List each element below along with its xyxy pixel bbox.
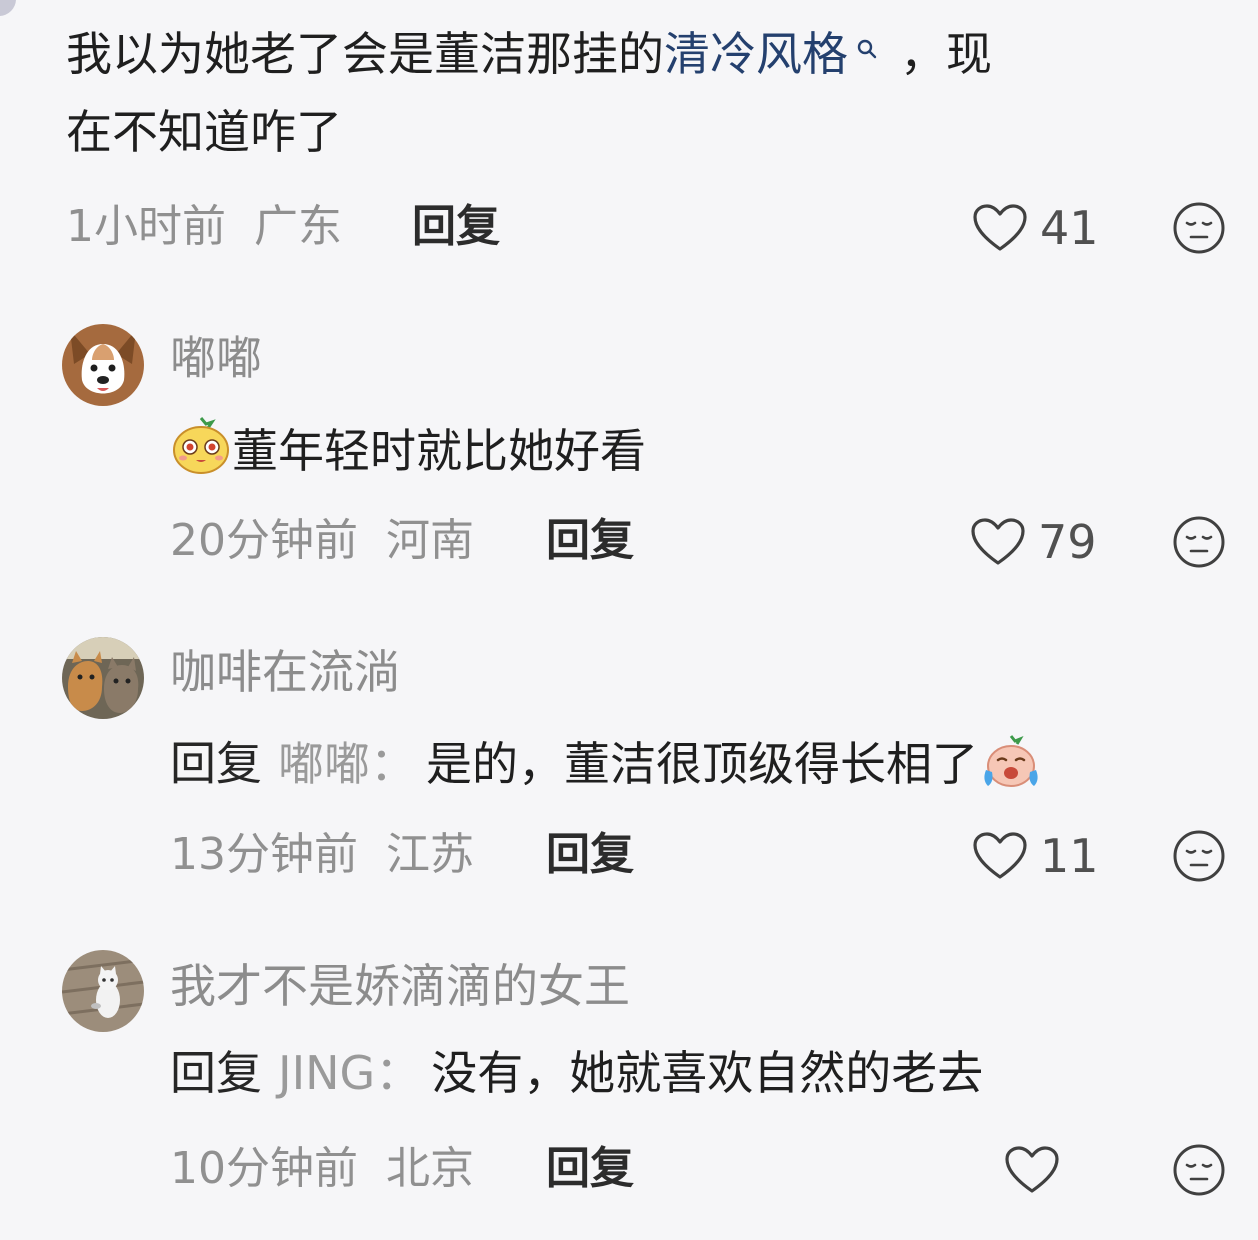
crying-face-sticker-icon	[980, 730, 1042, 804]
comment-text-before: 我以为她老了会是董洁那挂的	[66, 27, 664, 81]
reply-target-username[interactable]: JING：	[278, 1046, 421, 1100]
two-cats-avatar	[62, 637, 144, 719]
avatar[interactable]	[62, 324, 144, 406]
username[interactable]: 咖啡在流淌	[170, 644, 400, 700]
comment-text[interactable]: 董年轻时就比她好看	[170, 414, 646, 488]
comment-time: 1小时前	[66, 201, 226, 252]
comment-text[interactable]: 回复 嘟嘟： 是的，董洁很顶级得长相了	[170, 730, 1042, 804]
emoji-react-button[interactable]	[1172, 1143, 1226, 1201]
emoji-react-button[interactable]	[1172, 201, 1226, 259]
comment-time: 20分钟前	[170, 515, 358, 566]
corgi-dog-avatar	[62, 324, 144, 406]
comment-meta: 10分钟前 北京	[170, 1144, 474, 1194]
username[interactable]: 嘟嘟	[170, 330, 262, 386]
emoji-face-icon	[1172, 830, 1226, 887]
reply-button[interactable]: 回复	[546, 516, 634, 566]
comment-meta: 1小时前 广东	[66, 202, 342, 252]
reply-button[interactable]: 回复	[546, 830, 634, 880]
like-count: 79	[1038, 515, 1097, 569]
reply-button[interactable]: 回复	[412, 202, 500, 252]
comment-meta: 13分钟前 江苏	[170, 830, 474, 880]
comment-location: 广东	[254, 201, 342, 252]
avatar[interactable]	[62, 950, 144, 1032]
comment-body: 是的，董洁很顶级得长相了	[426, 736, 978, 791]
avatar-edge	[0, 0, 16, 16]
like-button[interactable]	[1004, 1142, 1072, 1198]
heart-outline-icon	[972, 203, 1028, 253]
heart-outline-icon	[1004, 1145, 1060, 1195]
white-cat-avatar	[62, 950, 144, 1032]
emoji-face-icon	[1172, 202, 1226, 259]
search-link-label: 清冷风格	[664, 27, 848, 81]
comment-meta: 20分钟前 河南	[170, 516, 474, 566]
like-count: 11	[1040, 829, 1099, 883]
comment-text-after: ，现	[900, 27, 992, 81]
comment-body: 没有，她就喜欢自然的老去	[431, 1046, 984, 1100]
comment-text[interactable]: 回复 JING： 没有，她就喜欢自然的老去	[170, 1045, 983, 1101]
comment-text[interactable]: 我以为她老了会是董洁那挂的清冷风格 ，现	[66, 26, 992, 82]
reply-prefix: 回复	[170, 1046, 262, 1100]
like-button[interactable]: 41	[972, 200, 1099, 256]
comment-time: 13分钟前	[170, 829, 358, 880]
emoji-react-button[interactable]	[1172, 829, 1226, 887]
comment-location: 江苏	[386, 829, 474, 880]
like-button[interactable]: 79	[970, 514, 1097, 570]
comment-location: 河南	[386, 515, 474, 566]
comment-time: 10分钟前	[170, 1143, 358, 1194]
like-count: 41	[1040, 201, 1099, 255]
comment-body: 董年轻时就比她好看	[232, 424, 646, 478]
emoji-face-icon	[1172, 516, 1226, 573]
emoji-face-icon	[1172, 1144, 1226, 1201]
avatar[interactable]	[62, 637, 144, 719]
like-button[interactable]: 11	[972, 828, 1099, 884]
comment-text-line2: 在不知道咋了	[66, 105, 342, 159]
search-icon	[856, 24, 878, 80]
heart-outline-icon	[972, 831, 1028, 881]
heart-outline-icon	[970, 517, 1026, 567]
reply-prefix: 回复	[170, 736, 262, 791]
search-link[interactable]: 清冷风格	[664, 27, 878, 81]
comment-location: 北京	[386, 1143, 474, 1194]
emoji-react-button[interactable]	[1172, 515, 1226, 573]
reply-button[interactable]: 回复	[546, 1144, 634, 1194]
reply-target-username[interactable]: 嘟嘟：	[278, 737, 416, 791]
pear-face-sticker-icon	[170, 414, 232, 488]
username[interactable]: 我才不是娇滴滴的女王	[170, 958, 630, 1014]
comment-list: 我以为她老了会是董洁那挂的清冷风格 ，现 在不知道咋了 1小时前 广东 回复 41	[0, 0, 1258, 1240]
